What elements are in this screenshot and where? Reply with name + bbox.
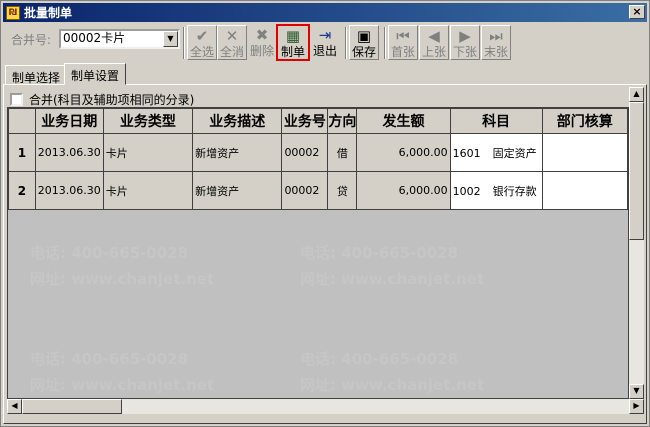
save-icon: ▣ <box>356 27 372 45</box>
cell-type[interactable]: 卡片 <box>102 171 194 210</box>
next-icon: ▶ <box>459 27 471 45</box>
column-header-amount[interactable]: 发生额 <box>356 108 451 134</box>
chevron-down-icon[interactable]: ▼ <box>163 31 178 47</box>
cell-subject[interactable]: 1002 银行存款 <box>449 171 543 210</box>
toolbar: 合并号: 00002卡片 ▼ ✔ 全选 ✕ 全消 ✖ 删除 ▦ 制单 ⇥ 退出 … <box>3 23 647 63</box>
title-bar[interactable]: ₪ 批量制单 × <box>3 3 647 22</box>
subject-code: 1601 <box>452 146 481 160</box>
column-header-direction[interactable]: 方向 <box>327 108 358 134</box>
watermark-site: 网址: www.chanjet.net <box>300 270 485 288</box>
cell-number[interactable]: 00002 <box>281 133 329 172</box>
cell-amount[interactable]: 6,000.00 <box>356 171 451 210</box>
column-header-department[interactable]: 部门核算 <box>541 108 628 134</box>
subject-name: 固定资产 <box>492 146 537 160</box>
cell-department[interactable] <box>541 171 628 210</box>
table-row[interactable]: 2 2013.06.30 卡片 新增资产 00002 贷 6,000.00 10… <box>8 171 628 210</box>
watermark-site: 网址: www.chanjet.net <box>30 270 215 288</box>
prev-record-button[interactable]: ◀ 上张 <box>419 25 449 60</box>
close-button[interactable]: × <box>629 5 645 19</box>
watermark-site: 网址: www.chanjet.net <box>30 376 215 394</box>
column-header-subject[interactable]: 科目 <box>449 108 543 134</box>
cell-type[interactable]: 卡片 <box>102 133 194 172</box>
vertical-scrollbar[interactable]: ▲ ▼ <box>629 87 644 399</box>
watermark-site: 网址: www.chanjet.net <box>300 376 485 394</box>
select-all-icon: ✔ <box>195 27 209 45</box>
cell-date[interactable]: 2013.06.30 <box>34 133 104 172</box>
toolbar-separator <box>384 27 386 59</box>
merge-number-label: 合并号: <box>11 33 52 47</box>
delete-button[interactable]: ✖ 删除 <box>247 25 277 60</box>
merge-number-select[interactable]: 00002卡片 ▼ <box>59 29 180 49</box>
prev-icon: ◀ <box>428 27 440 45</box>
toolbar-separator <box>345 27 347 59</box>
cell-number[interactable]: 00002 <box>281 171 329 210</box>
scroll-up-icon[interactable]: ▲ <box>629 87 644 102</box>
column-header-type[interactable]: 业务类型 <box>102 108 194 134</box>
delete-icon: ✖ <box>255 26 269 44</box>
table-header: 业务日期 业务类型 业务描述 业务号 方向 发生额 科目 部门核算 <box>8 108 628 134</box>
cell-description[interactable]: 新增资产 <box>192 171 283 210</box>
column-header-number[interactable]: 业务号 <box>281 108 329 134</box>
app-icon: ₪ <box>6 5 20 20</box>
toolbar-separator <box>183 27 185 59</box>
merge-option[interactable]: 合并(科目及辅助项相同的分录) <box>10 91 194 108</box>
make-voucher-button[interactable]: ▦ 制单 <box>276 24 310 61</box>
cell-date[interactable]: 2013.06.30 <box>34 171 104 210</box>
deselect-all-button[interactable]: ✕ 全消 <box>217 25 247 60</box>
scroll-down-icon[interactable]: ▼ <box>629 384 644 399</box>
save-button[interactable]: ▣ 保存 <box>349 25 379 60</box>
subject-code: 1002 <box>452 184 481 198</box>
cell-direction[interactable]: 贷 <box>327 171 358 210</box>
watermark-phone: 电话: 400-665-0028 <box>30 350 189 368</box>
column-header-description[interactable]: 业务描述 <box>192 108 283 134</box>
last-record-button[interactable]: ⏭ 末张 <box>481 25 511 60</box>
last-icon: ⏭ <box>489 27 503 45</box>
column-header-date[interactable]: 业务日期 <box>34 108 104 134</box>
tab-voucher-selection[interactable]: 制单选择 <box>5 65 68 85</box>
cell-description[interactable]: 新增资产 <box>192 133 283 172</box>
column-header-index <box>8 108 36 134</box>
settings-panel: 合并(科目及辅助项相同的分录) 电话: 400-665-0028 电话: 400… <box>3 84 647 424</box>
merge-checkbox[interactable] <box>10 93 23 106</box>
voucher-table: 业务日期 业务类型 业务描述 业务号 方向 发生额 科目 部门核算 1 2013… <box>8 108 628 210</box>
cell-direction[interactable]: 借 <box>327 133 358 172</box>
merge-option-label: 合并(科目及辅助项相同的分录) <box>29 93 195 107</box>
tab-voucher-settings[interactable]: 制单设置 <box>64 63 127 85</box>
exit-button[interactable]: ⇥ 退出 <box>310 25 340 60</box>
watermark-phone: 电话: 400-665-0028 <box>300 244 459 262</box>
first-icon: ⏮ <box>396 27 410 45</box>
exit-icon: ⇥ <box>318 26 332 44</box>
horizontal-scroll-thumb[interactable] <box>22 399 122 414</box>
vertical-scroll-thumb[interactable] <box>629 102 644 240</box>
select-all-button[interactable]: ✔ 全选 <box>187 25 217 60</box>
voucher-icon: ▦ <box>285 27 301 45</box>
deselect-all-icon: ✕ <box>225 27 239 45</box>
watermark-phone: 电话: 400-665-0028 <box>300 350 459 368</box>
horizontal-scrollbar[interactable]: ◀ ▶ <box>7 399 644 414</box>
table-row[interactable]: 1 2013.06.30 卡片 新增资产 00002 借 6,000.00 16… <box>8 133 628 172</box>
window-title: 批量制单 <box>24 6 73 20</box>
first-record-button[interactable]: ⏮ 首张 <box>388 25 418 60</box>
cell-amount[interactable]: 6,000.00 <box>356 133 451 172</box>
row-number[interactable]: 1 <box>8 133 36 172</box>
row-number[interactable]: 2 <box>8 171 36 210</box>
cell-subject[interactable]: 1601 固定资产 <box>449 133 543 172</box>
watermark-phone: 电话: 400-665-0028 <box>30 244 189 262</box>
scroll-left-icon[interactable]: ◀ <box>7 399 22 414</box>
subject-name: 银行存款 <box>492 184 537 198</box>
scroll-right-icon[interactable]: ▶ <box>629 399 644 414</box>
next-record-button[interactable]: ▶ 下张 <box>450 25 480 60</box>
merge-number-value: 00002卡片 <box>63 31 126 45</box>
cell-department[interactable] <box>541 133 628 172</box>
batch-voucher-window: ₪ 批量制单 × 合并号: 00002卡片 ▼ ✔ 全选 ✕ 全消 ✖ 删除 ▦… <box>0 0 650 427</box>
voucher-grid: 电话: 400-665-0028 电话: 400-665-0028 网址: ww… <box>7 107 629 399</box>
